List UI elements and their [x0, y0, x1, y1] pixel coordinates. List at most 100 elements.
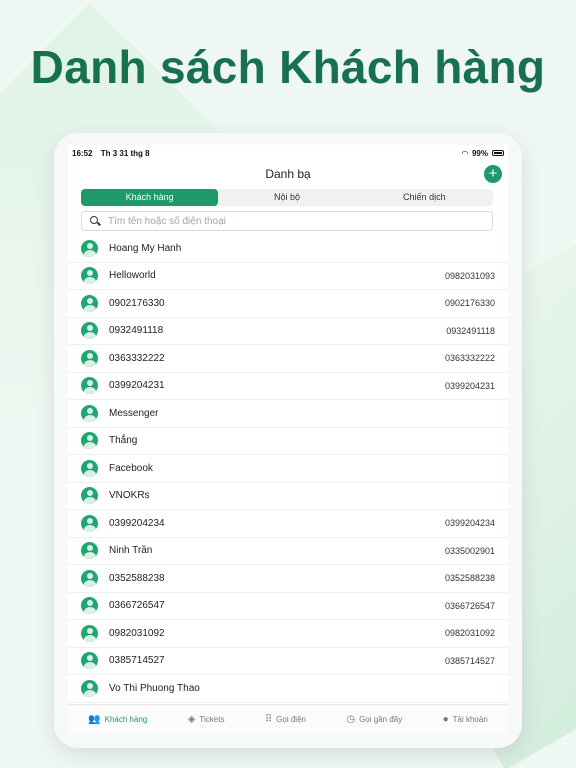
- contact-name: 0363332222: [109, 352, 165, 364]
- contact-name: Ninh Trần: [109, 545, 153, 557]
- contact-phone: 0335002901: [444, 545, 495, 556]
- avatar-icon: [81, 294, 98, 312]
- avatar-icon: [81, 349, 98, 367]
- segment-chien-dich[interactable]: Chiến dịch: [356, 189, 493, 206]
- avatar-icon: [81, 267, 98, 285]
- contact-row[interactable]: Vo Thi Phuong Thao: [68, 675, 508, 703]
- plus-icon: +: [488, 165, 498, 182]
- users-icon: 👥: [88, 714, 101, 725]
- status-date: Th 3 31 thg 8: [100, 148, 150, 158]
- contact-row[interactable]: 0385714527 0385714527: [68, 648, 508, 675]
- tab-khach-hang[interactable]: 👥 Khách hàng: [88, 714, 147, 725]
- tab-tickets[interactable]: ◈ Tickets: [188, 714, 225, 725]
- contact-row[interactable]: VNOKRs: [68, 483, 508, 510]
- contact-phone: 0366726547: [444, 600, 495, 611]
- search-bar: [81, 211, 493, 231]
- contact-row[interactable]: 0366726547 0366726547: [68, 593, 508, 620]
- search-icon: [90, 216, 100, 226]
- avatar-icon: [81, 652, 98, 670]
- keypad-icon: ⠿: [264, 714, 273, 725]
- app-screen: 16:52 Th 3 31 thg 8 ◠ 99% Danh bạ + Khác…: [68, 145, 508, 734]
- segment-khach-hang[interactable]: Khách hàng: [81, 189, 219, 206]
- contact-name: 0399204231: [109, 380, 165, 392]
- contact-name: VNOKRs: [109, 490, 150, 502]
- avatar-icon: [81, 459, 98, 477]
- contact-row[interactable]: Hoang My Hanh: [68, 235, 508, 263]
- tab-label: Gọi gần đây: [359, 715, 403, 724]
- tab-label: Tickets: [199, 715, 225, 724]
- contact-name: 0902176330: [109, 297, 165, 309]
- contact-phone: 0352588238: [444, 573, 495, 584]
- wifi-icon: ◠: [461, 148, 468, 158]
- tab-tai-khoan[interactable]: ● Tài khoản: [443, 714, 488, 725]
- avatar-icon: [81, 322, 98, 340]
- search-input[interactable]: [108, 215, 468, 227]
- contact-phone: 0982031093: [444, 270, 495, 281]
- avatar-icon: [81, 569, 98, 587]
- contact-row[interactable]: Messenger: [68, 400, 508, 428]
- contact-name: Facebook: [109, 462, 153, 474]
- contact-name: 0352588238: [109, 572, 165, 584]
- contact-phone: 0399204234: [444, 518, 495, 529]
- contact-name: 0982031092: [109, 627, 165, 639]
- tab-goi-gan-day[interactable]: ◷ Gọi gần đây: [346, 714, 402, 725]
- status-left: 16:52 Th 3 31 thg 8: [72, 149, 156, 158]
- contact-name: Helloworld: [109, 270, 156, 282]
- tab-label: Khách hàng: [104, 715, 148, 724]
- tablet-frame: 16:52 Th 3 31 thg 8 ◠ 99% Danh bạ + Khác…: [54, 133, 522, 748]
- contact-phone: 0385714527: [444, 655, 495, 666]
- page-title: Danh bạ: [265, 167, 311, 181]
- tab-goi-dien[interactable]: ⠿ Gọi điện: [265, 714, 306, 725]
- clock-icon: ◷: [346, 714, 356, 725]
- contact-row[interactable]: 0902176330 0902176330: [68, 290, 508, 318]
- person-icon: ●: [442, 714, 449, 725]
- battery-icon: [492, 150, 504, 156]
- contact-phone: 0932491118: [446, 325, 495, 336]
- contact-row[interactable]: 0363332222 0363332222: [68, 345, 508, 373]
- avatar-icon: [81, 679, 98, 697]
- contact-row[interactable]: 0399204231 0399204231: [68, 373, 508, 400]
- avatar-icon: [81, 624, 98, 642]
- avatar-icon: [81, 487, 98, 505]
- contact-name: Vo Thi Phuong Thao: [109, 682, 200, 694]
- contact-name: Hoang My Hanh: [109, 242, 182, 254]
- contact-row[interactable]: Helloworld 0982031093: [68, 263, 508, 290]
- contact-name: Thắng: [109, 435, 138, 447]
- contact-row[interactable]: Facebook: [68, 455, 508, 483]
- contact-name: Messenger: [109, 407, 159, 419]
- avatar-icon: [81, 377, 98, 395]
- avatar-icon: [81, 542, 98, 560]
- status-right: ◠ 99%: [462, 149, 504, 158]
- contact-phone: 0363332222: [444, 353, 495, 364]
- segmented-control: Khách hàng Nội bộ Chiến dịch: [81, 189, 493, 206]
- avatar-icon: [81, 239, 98, 257]
- tab-label: Gọi điện: [276, 715, 306, 724]
- contact-phone: 0902176330: [444, 298, 495, 309]
- contact-phone: 0399204231: [444, 380, 495, 391]
- contact-row[interactable]: 0352588238 0352588238: [68, 565, 508, 593]
- add-contact-button[interactable]: +: [484, 165, 502, 183]
- contact-name: 0932491118: [109, 325, 164, 337]
- status-bar: 16:52 Th 3 31 thg 8 ◠ 99%: [68, 145, 508, 161]
- segment-noi-bo[interactable]: Nội bộ: [218, 189, 355, 206]
- contact-row[interactable]: 0399204234 0399204234: [68, 510, 508, 538]
- ticket-icon: ◈: [187, 714, 196, 725]
- nav-bar: Danh bạ +: [68, 161, 508, 187]
- avatar-icon: [81, 404, 98, 422]
- contact-name: 0399204234: [109, 517, 165, 529]
- avatar-icon: [81, 514, 98, 532]
- status-time: 16:52: [72, 148, 93, 158]
- contact-name: 0366726547: [109, 600, 165, 612]
- contact-row[interactable]: 0982031092 0982031092: [68, 620, 508, 648]
- contact-row[interactable]: 0932491118 0932491118: [68, 318, 508, 345]
- tab-bar: 👥 Khách hàng ◈ Tickets ⠿ Gọi điện ◷ Gọi …: [68, 704, 508, 734]
- avatar-icon: [81, 597, 98, 615]
- tab-label: Tài khoản: [452, 715, 488, 724]
- promo-headline: Danh sách Khách hàng: [30, 41, 546, 93]
- contact-list: Hoang My Hanh Helloworld 0982031093 09021…: [68, 235, 508, 703]
- avatar-icon: [81, 432, 98, 450]
- contact-name: 0385714527: [109, 655, 165, 667]
- contact-phone: 0982031092: [444, 628, 495, 639]
- contact-row[interactable]: Thắng: [68, 428, 508, 455]
- contact-row[interactable]: Ninh Trần 0335002901: [68, 538, 508, 565]
